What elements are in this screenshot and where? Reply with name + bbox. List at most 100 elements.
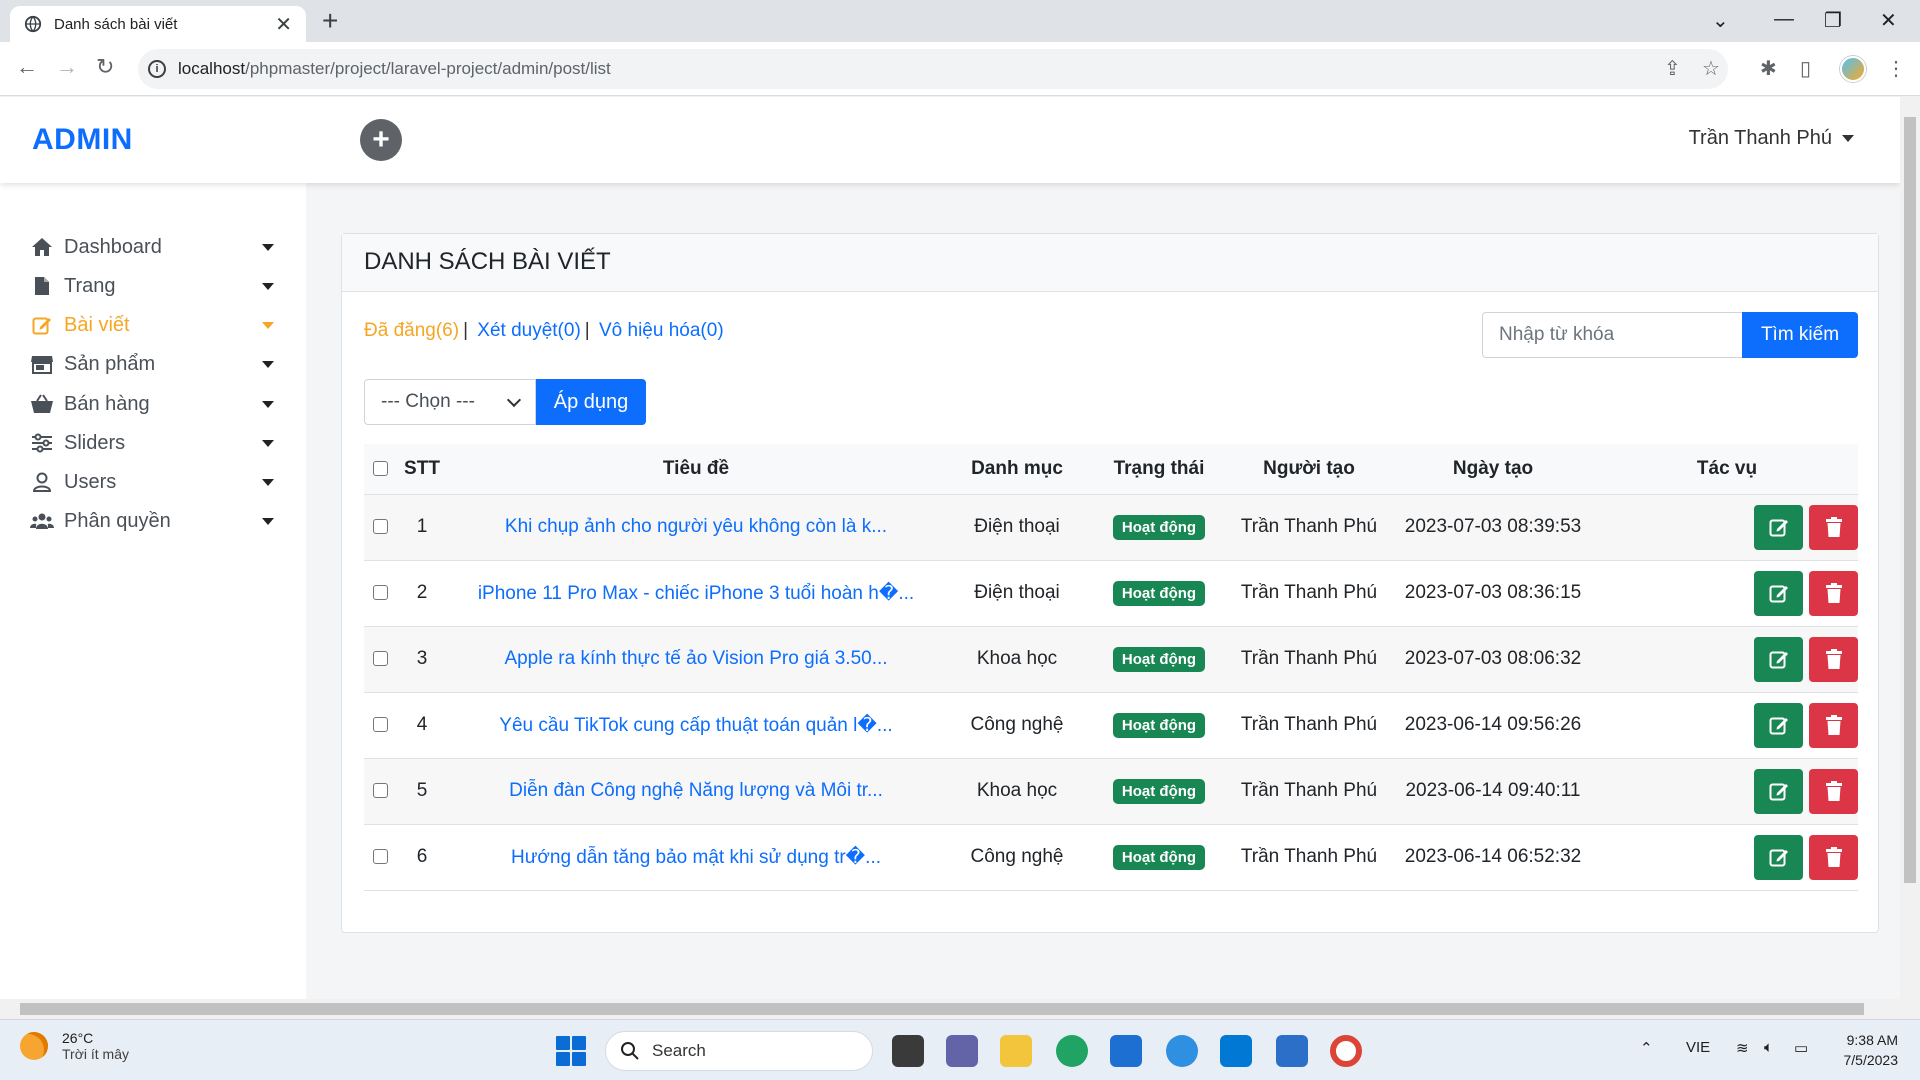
browser-tab[interactable]: Danh sách bài viết ✕ xyxy=(10,6,306,42)
task-view-icon[interactable] xyxy=(892,1035,924,1067)
sidebar-item-ban-hang[interactable]: Bán hàng xyxy=(30,386,274,422)
sidebar-item-sliders[interactable]: Sliders xyxy=(30,425,274,461)
caret-down-icon xyxy=(262,478,274,486)
table-row: 3 Apple ra kính thực tế ảo Vision Pro gi… xyxy=(364,626,1858,692)
post-title-link[interactable]: Khi chụp ảnh cho người yêu không còn là … xyxy=(505,516,887,537)
chat-icon[interactable] xyxy=(946,1035,978,1067)
row-checkbox[interactable] xyxy=(372,585,388,601)
tab-title: Danh sách bài viết xyxy=(54,15,178,33)
side-panel-icon[interactable]: ▯ xyxy=(1800,56,1811,81)
delete-button[interactable] xyxy=(1809,834,1858,880)
row-stt: 3 xyxy=(416,648,428,669)
new-tab-button[interactable]: + xyxy=(322,6,338,36)
tab-search-icon[interactable]: ⌄ xyxy=(1712,8,1729,33)
sidebar-item-trang[interactable]: Trang xyxy=(30,268,274,304)
post-title-link[interactable]: Apple ra kính thực tế ảo Vision Pro giá … xyxy=(504,648,887,669)
row-category: Công nghệ xyxy=(970,714,1064,735)
posts-table: STT Tiêu đề Danh mục Trạng thái Người tạ… xyxy=(364,444,1858,891)
edit-button[interactable] xyxy=(1754,504,1803,550)
chrome-icon[interactable] xyxy=(1330,1035,1362,1067)
notepad-icon[interactable] xyxy=(1276,1035,1308,1067)
restore-icon[interactable]: ❐ xyxy=(1824,8,1842,33)
row-checkbox[interactable] xyxy=(372,717,388,733)
app-icon[interactable] xyxy=(1166,1035,1198,1067)
select-all-checkbox[interactable] xyxy=(372,461,388,477)
horizontal-scroll-thumb[interactable] xyxy=(20,1003,1864,1015)
row-date: 2023-06-14 09:56:26 xyxy=(1404,714,1582,735)
vscode-icon[interactable] xyxy=(1220,1035,1252,1067)
row-checkbox[interactable] xyxy=(372,651,388,667)
post-title-link[interactable]: iPhone 11 Pro Max - chiếc iPhone 3 tuổi … xyxy=(478,583,914,604)
apply-button[interactable]: Áp dụng xyxy=(536,379,646,425)
user-dropdown[interactable]: Trần Thanh Phú xyxy=(1689,127,1854,150)
row-author: Trần Thanh Phú xyxy=(1240,714,1378,735)
close-tab-icon[interactable]: ✕ xyxy=(275,12,292,37)
edit-button[interactable] xyxy=(1754,636,1803,682)
edit-button[interactable] xyxy=(1754,834,1803,880)
bulk-action-select[interactable]: --- Chọn --- xyxy=(364,379,536,425)
delete-button[interactable] xyxy=(1809,636,1858,682)
delete-button[interactable] xyxy=(1809,702,1858,748)
menu-icon[interactable]: ⋮ xyxy=(1886,56,1906,81)
share-icon[interactable]: ⇪ xyxy=(1664,56,1681,81)
table-row: 4 Yêu cầu TikTok cung cấp thuật toán quả… xyxy=(364,692,1858,758)
edit-button[interactable] xyxy=(1754,768,1803,814)
site-info-icon[interactable]: i xyxy=(148,60,166,78)
file-explorer-icon[interactable] xyxy=(1000,1035,1032,1067)
sidebar-item-users[interactable]: Users xyxy=(30,464,274,500)
start-button[interactable] xyxy=(556,1036,586,1066)
weather-widget[interactable]: 26°C Trời ít mây xyxy=(20,1030,129,1062)
address-bar: ← → ↻ i localhost/phpmaster/project/lara… xyxy=(0,42,1920,96)
post-title-link[interactable]: Hướng dẫn tăng bảo mật khi sử dụng tr�..… xyxy=(511,847,881,868)
minimize-icon[interactable]: — xyxy=(1774,8,1794,31)
weather-desc: Trời ít mây xyxy=(62,1046,129,1062)
sidebar-item-dashboard[interactable]: Dashboard xyxy=(30,229,274,265)
brand-logo[interactable]: ADMIN xyxy=(32,123,133,157)
sidebar-item-label: Bài viết xyxy=(64,313,130,336)
battery-icon[interactable]: ▭ xyxy=(1794,1039,1808,1057)
bookmark-star-icon[interactable]: ☆ xyxy=(1702,56,1720,81)
sidebar-item-bai-viet[interactable]: Bài viết xyxy=(30,307,274,343)
row-checkbox[interactable] xyxy=(372,783,388,799)
back-icon[interactable]: ← xyxy=(16,54,38,80)
vertical-scroll-thumb[interactable] xyxy=(1904,117,1916,883)
vertical-scrollbar[interactable] xyxy=(1900,97,1920,999)
filter-disabled[interactable]: Vô hiệu hóa(0) xyxy=(599,320,724,341)
tray-chevron-up-icon[interactable]: ⌃ xyxy=(1640,1039,1653,1057)
row-date: 2023-06-14 09:40:11 xyxy=(1405,780,1581,801)
reload-icon[interactable]: ↻ xyxy=(96,54,114,80)
system-clock[interactable]: 9:38 AM 7/5/2023 xyxy=(1844,1030,1899,1070)
extensions-icon[interactable]: ✱ xyxy=(1760,56,1777,81)
language-indicator[interactable]: VIE xyxy=(1686,1039,1710,1056)
store-app-icon[interactable] xyxy=(1110,1035,1142,1067)
post-title-link[interactable]: Yêu cầu TikTok cung cấp thuật toán quản … xyxy=(499,715,892,736)
post-title-link[interactable]: Diễn đàn Công nghệ Năng lượng và Môi tr.… xyxy=(509,780,883,801)
sidebar-item-san-pham[interactable]: Sản phẩm xyxy=(30,346,274,382)
row-checkbox[interactable] xyxy=(372,519,388,535)
close-window-icon[interactable]: ✕ xyxy=(1880,8,1897,33)
caret-down-icon xyxy=(1842,135,1854,143)
forward-icon[interactable]: → xyxy=(56,54,78,80)
edit-button[interactable] xyxy=(1754,570,1803,616)
row-checkbox[interactable] xyxy=(372,849,388,865)
add-new-button[interactable]: + xyxy=(360,119,402,161)
search-button[interactable]: Tìm kiếm xyxy=(1742,312,1858,358)
search-input[interactable] xyxy=(1482,312,1742,358)
trash-icon xyxy=(1825,517,1842,537)
horizontal-scrollbar[interactable] xyxy=(0,999,1920,1019)
edit-button[interactable] xyxy=(1754,702,1803,748)
filter-published[interactable]: Đã đăng(6) xyxy=(364,320,459,341)
url-field[interactable]: i localhost/phpmaster/project/laravel-pr… xyxy=(138,49,1728,89)
sidebar-item-phan-quyen[interactable]: Phân quyền xyxy=(30,503,274,539)
filter-pending[interactable]: Xét duyệt(0) xyxy=(477,320,581,341)
edge-icon[interactable] xyxy=(1056,1035,1088,1067)
wifi-icon[interactable]: ≋ xyxy=(1736,1039,1749,1057)
taskbar-search[interactable]: Search xyxy=(605,1031,873,1071)
caret-down-icon xyxy=(262,243,274,251)
volume-icon[interactable]: 🔈︎ xyxy=(1764,1039,1773,1056)
profile-avatar[interactable] xyxy=(1840,56,1866,82)
caret-down-icon xyxy=(262,321,274,329)
delete-button[interactable] xyxy=(1809,504,1858,550)
delete-button[interactable] xyxy=(1809,768,1858,814)
delete-button[interactable] xyxy=(1809,570,1858,616)
